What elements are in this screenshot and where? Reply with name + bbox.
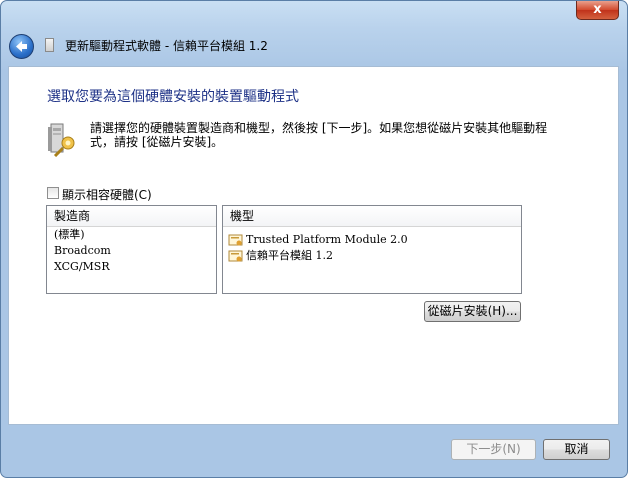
next-button[interactable]: 下一步(N) — [451, 439, 536, 460]
model-header: 機型 — [223, 206, 521, 227]
show-compatible-checkbox[interactable] — [47, 187, 59, 199]
page-title: 選取您要為這個硬體安裝的裝置驅動程式 — [47, 89, 299, 105]
chip-icon — [45, 38, 54, 52]
manufacturer-list[interactable]: 製造商 (標準) Broadcom XCG/MSR — [46, 205, 217, 294]
cancel-button[interactable]: 取消 — [543, 439, 610, 460]
back-arrow-icon — [16, 41, 27, 52]
hardware-install-icon — [48, 123, 75, 157]
instruction-text: 請選擇您的硬體裝置製造商和機型，然後按 [下一步]。如果您想從磁片安裝其他驅動程… — [90, 121, 548, 149]
window-title: 更新驅動程式軟體 - 信賴平台模組 1.2 — [65, 39, 268, 53]
driver-certificate-icon — [228, 234, 243, 245]
close-button[interactable]: x — [576, 1, 619, 20]
manufacturer-item[interactable]: (標準) — [47, 227, 216, 243]
model-item[interactable]: 信賴平台模組 1.2 — [223, 248, 521, 264]
close-icon: x — [593, 2, 602, 17]
show-compatible-label[interactable]: 顯示相容硬體(C) — [62, 186, 152, 203]
model-item-label: 信賴平台模組 1.2 — [246, 249, 333, 262]
driver-certificate-icon — [228, 250, 243, 261]
model-item-label: Trusted Platform Module 2.0 — [246, 233, 408, 246]
have-disk-button[interactable]: 從磁片安裝(H)... — [424, 301, 521, 322]
model-list[interactable]: 機型 Trusted Platform Module 2.0 信賴平台模組 1.… — [222, 205, 522, 294]
model-item[interactable]: Trusted Platform Module 2.0 — [223, 232, 521, 248]
back-button[interactable] — [9, 34, 34, 59]
manufacturer-item[interactable]: Broadcom — [47, 243, 216, 259]
manufacturer-item[interactable]: XCG/MSR — [47, 259, 216, 275]
manufacturer-header: 製造商 — [47, 206, 216, 227]
